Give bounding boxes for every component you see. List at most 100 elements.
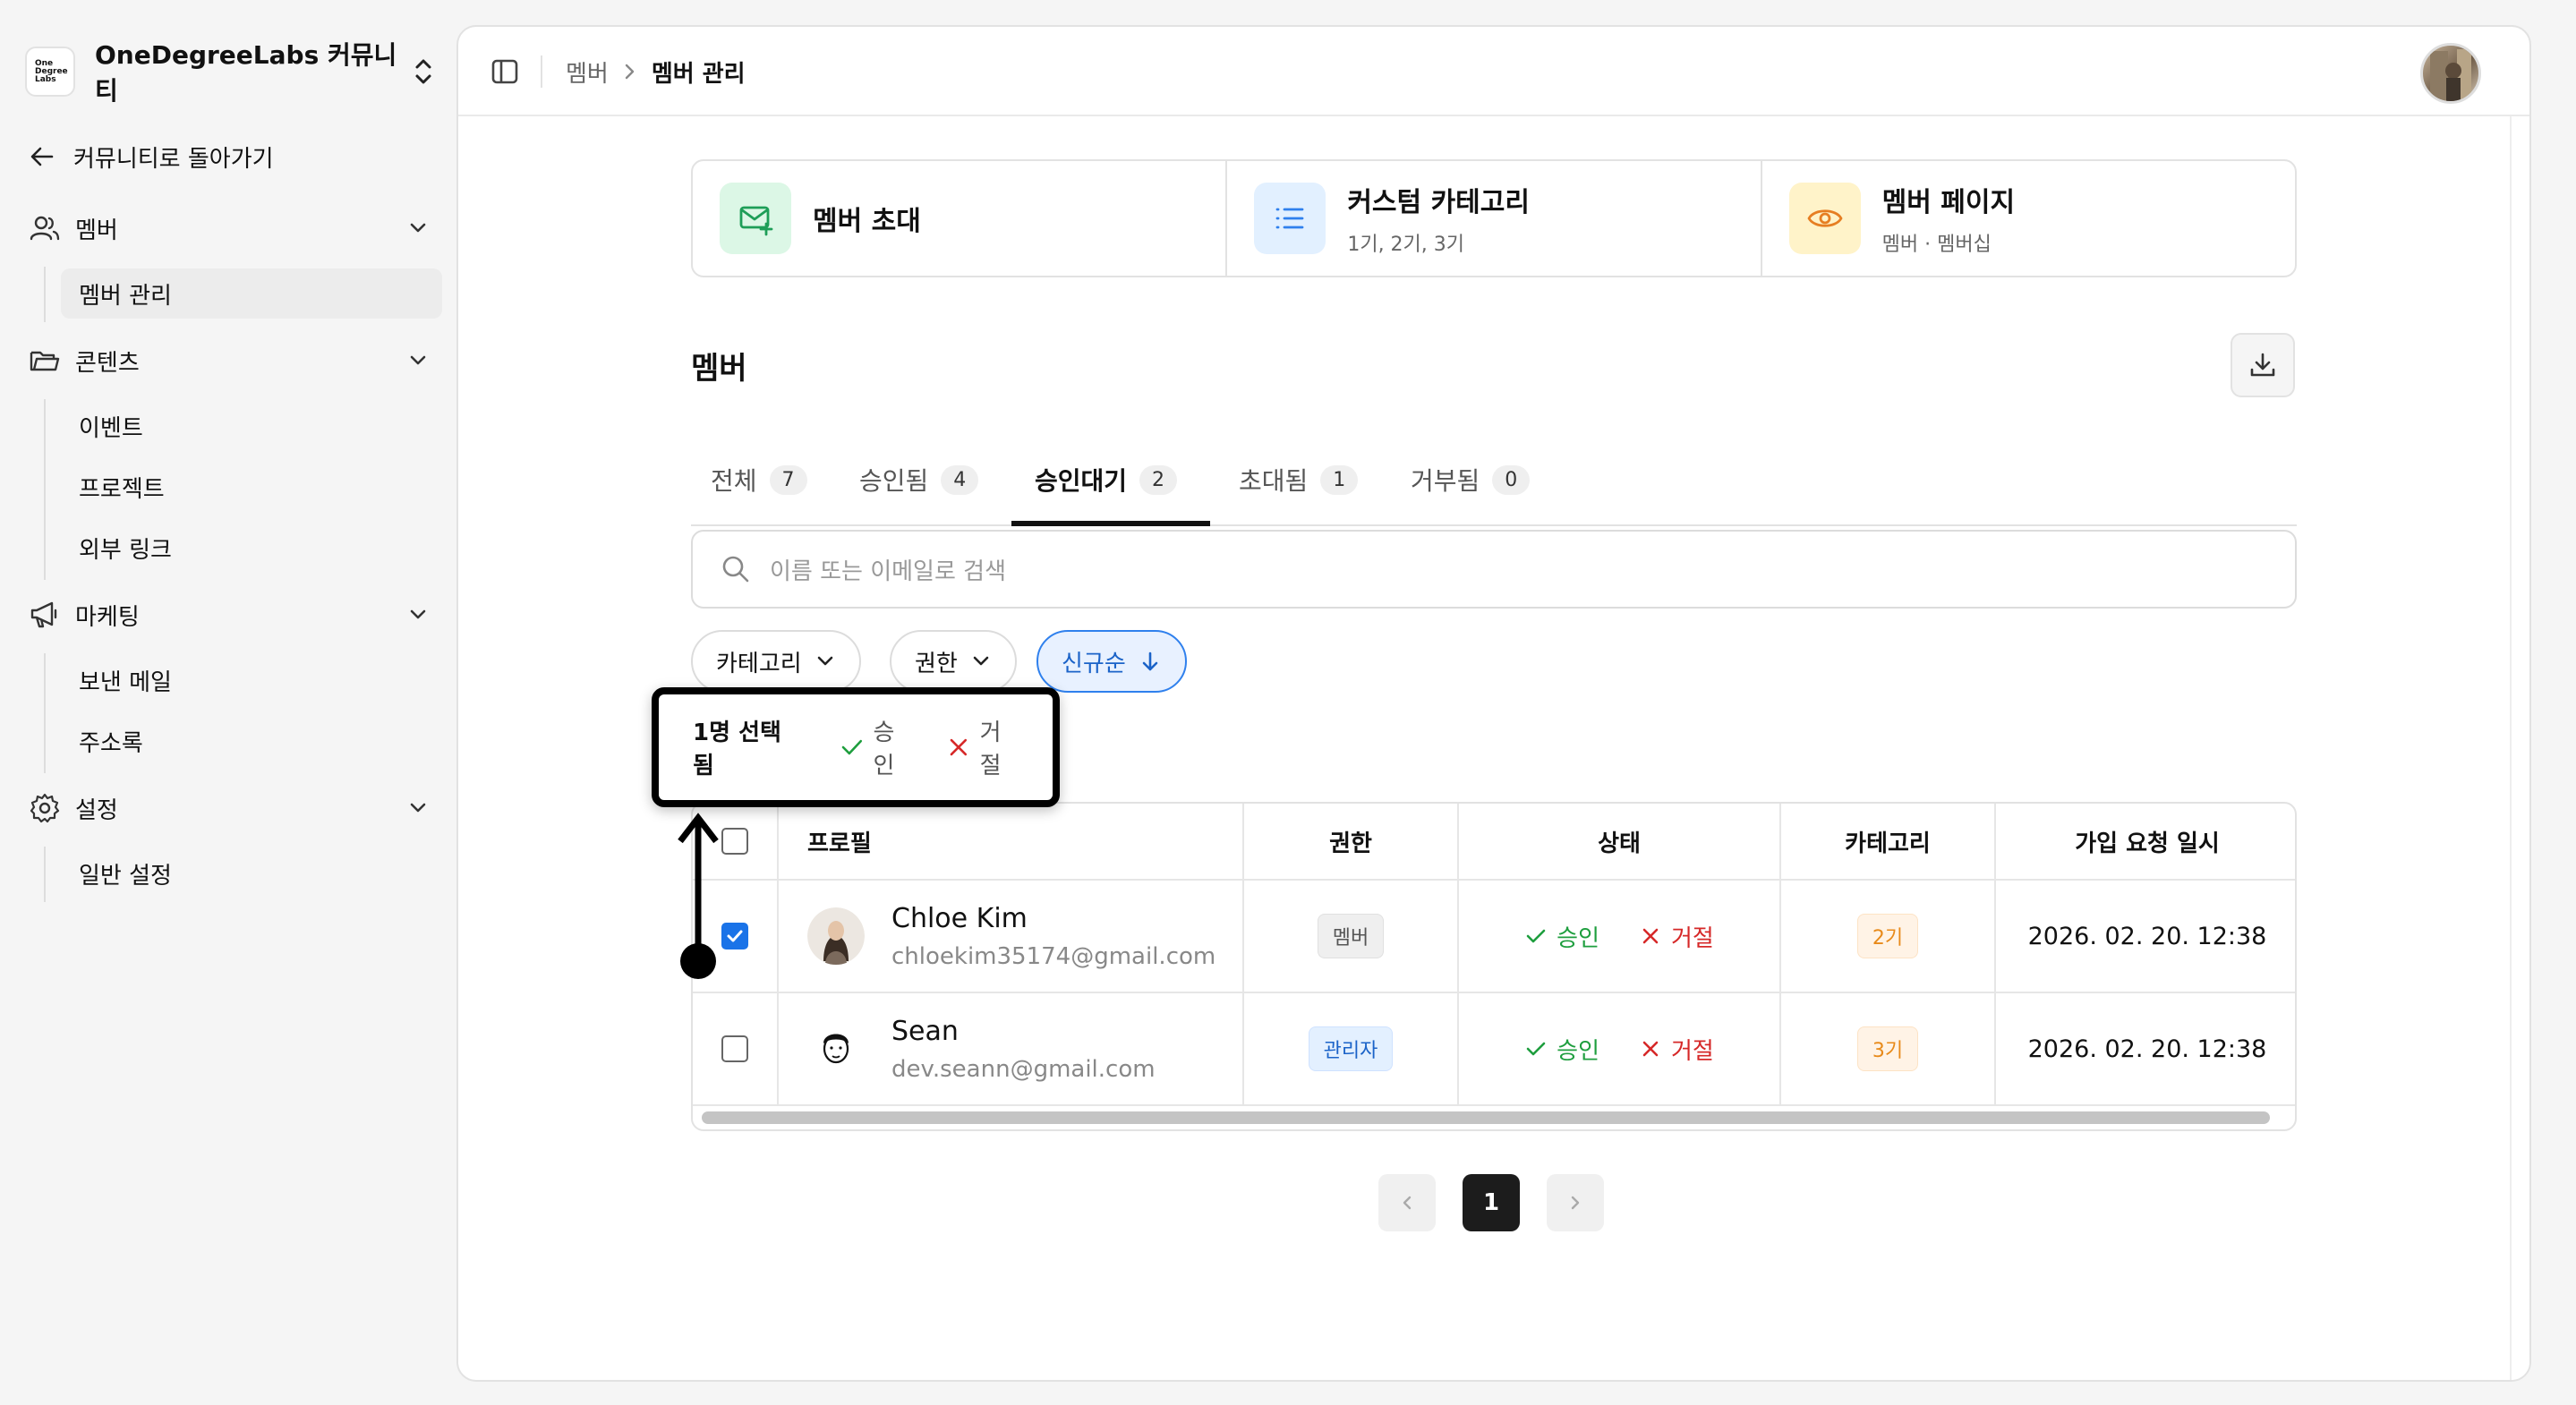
search-icon (722, 556, 749, 583)
tree-line (44, 399, 46, 580)
selection-count: 1명 선택됨 (693, 720, 781, 779)
tab-label: 초대됨 (1239, 466, 1309, 496)
tab-count: 2 (1139, 464, 1178, 495)
status-tabs: 전체 7 승인됨 4 승인대기 2 초대됨 1 거부됨 0 (691, 433, 2297, 526)
chevron-down-icon[interactable] (406, 796, 430, 820)
tree-line (44, 267, 46, 322)
sidebar-item-external-links[interactable]: 외부 링크 (61, 523, 442, 573)
chevron-down-icon[interactable] (406, 217, 430, 240)
breadcrumb: 멤버 멤버 관리 (566, 54, 746, 89)
tab-label: 전체 (711, 466, 757, 496)
tab-approved[interactable]: 승인됨 4 (859, 433, 979, 526)
tab-label: 승인됨 (859, 466, 929, 496)
tab-rejected[interactable]: 거부됨 0 (1411, 433, 1531, 526)
chevron-up-down-icon[interactable] (410, 54, 437, 89)
horizontal-scrollbar[interactable] (702, 1111, 2270, 1124)
chevron-down-icon (973, 656, 989, 666)
breadcrumb-parent[interactable]: 멤버 (566, 55, 609, 89)
approve-button[interactable]: 승인 (1524, 920, 1599, 953)
category-filter[interactable]: 카테고리 (691, 630, 861, 693)
sidebar-item-projects[interactable]: 프로젝트 (61, 462, 442, 512)
users-icon (30, 216, 60, 241)
gear-icon (30, 793, 60, 823)
bulk-reject-button[interactable]: 거절 (946, 714, 1022, 780)
sidebar-group-settings[interactable]: 설정 (29, 788, 430, 829)
reject-button[interactable]: 거절 (1639, 920, 1714, 953)
search-input[interactable]: 이름 또는 이메일로 검색 (691, 530, 2297, 609)
profile-cell: Chloe Kim chloekim35174@gmail.com (779, 881, 1244, 992)
sidebar-item-label: 보낸 메일 (79, 668, 172, 696)
tab-count: 4 (941, 464, 979, 495)
vertical-scrollbar[interactable] (2510, 116, 2529, 1380)
tab-label: 승인대기 (1035, 466, 1128, 496)
column-header-profile: 프로필 (779, 804, 1244, 881)
back-label: 커뮤니티로 돌아가기 (73, 145, 274, 173)
eye-icon (1788, 183, 1861, 254)
check-icon (841, 739, 862, 755)
sidebar-item-events[interactable]: 이벤트 (61, 401, 442, 451)
status-cell: 승인 거절 (1459, 993, 1781, 1104)
member-name: Chloe Kim (891, 902, 1028, 934)
quick-action-cards: 멤버 초대 커스텀 카테고리 1기, 2기, 3기 멤버 페이지 멤버 · 멤버십 (691, 159, 2297, 277)
category-badge: 2기 (1856, 914, 1919, 958)
table-row: Chloe Kim chloekim35174@gmail.com 멤버 승인 거… (693, 881, 2295, 993)
tab-invited[interactable]: 초대됨 1 (1239, 433, 1359, 526)
quick-card-subtitle: 멤버 · 멤버십 (1881, 234, 1992, 256)
reject-button[interactable]: 거절 (1639, 1033, 1714, 1066)
sidebar-item-sent-mail[interactable]: 보낸 메일 (61, 655, 442, 705)
approve-button[interactable]: 승인 (1524, 1033, 1599, 1066)
sort-newest-button[interactable]: 신규순 (1036, 630, 1187, 693)
sidebar-group-marketing[interactable]: 마케팅 (29, 594, 430, 635)
sidebar-item-label: 멤버 관리 (79, 282, 172, 310)
role-cell: 관리자 (1244, 993, 1459, 1104)
reject-label: 거절 (1671, 924, 1714, 952)
previous-page-button[interactable] (1378, 1174, 1436, 1231)
search-placeholder: 이름 또는 이메일로 검색 (770, 558, 1006, 585)
quick-card-invite-member[interactable]: 멤버 초대 (693, 161, 1228, 276)
page-button-current[interactable]: 1 (1463, 1174, 1520, 1231)
role-filter[interactable]: 권한 (890, 630, 1017, 693)
bulk-action-bar: 1명 선택됨 승인 거절 (652, 687, 1060, 807)
sidebar-group-members[interactable]: 멤버 (29, 208, 430, 249)
tab-all[interactable]: 전체 7 (711, 433, 807, 526)
quick-card-custom-category[interactable]: 커스텀 카테고리 1기, 2기, 3기 (1227, 161, 1762, 276)
quick-card-title: 커스텀 카테고리 (1347, 187, 1530, 218)
tab-label: 거부됨 (1411, 466, 1480, 496)
chevron-down-icon[interactable] (406, 349, 430, 372)
quick-card-subtitle: 1기, 2기, 3기 (1347, 234, 1465, 256)
mail-plus-icon (720, 183, 791, 254)
arrow-left-icon (30, 147, 54, 166)
sidebar-item-general-settings[interactable]: 일반 설정 (61, 848, 442, 898)
role-badge: 멤버 (1317, 914, 1385, 958)
chevron-right-icon (625, 64, 635, 80)
role-cell: 멤버 (1244, 881, 1459, 992)
tree-line (44, 847, 46, 902)
tab-pending[interactable]: 승인대기 2 (1035, 433, 1178, 526)
column-header-role: 권한 (1244, 804, 1459, 881)
sidebar-group-label: 콘텐츠 (75, 349, 140, 377)
org-switcher[interactable]: One Degree Labs OneDegreeLabs 커뮤니티 (25, 40, 437, 106)
table-row: Sean dev.seann@gmail.com 관리자 승인 거절 3기 202… (693, 993, 2295, 1106)
user-avatar[interactable] (2420, 43, 2481, 104)
sidebar-group-content[interactable]: 콘텐츠 (29, 340, 430, 381)
org-logo: One Degree Labs (25, 47, 75, 97)
bulk-approve-button[interactable]: 승인 (840, 714, 916, 780)
check-icon (1526, 1042, 1546, 1056)
back-to-community-link[interactable]: 커뮤니티로 돌아가기 (29, 136, 274, 177)
filter-label: 권한 (915, 650, 958, 677)
close-icon (1642, 1041, 1659, 1057)
avatar-photo (2430, 49, 2471, 101)
sidebar-toggle-icon[interactable] (487, 54, 523, 89)
sidebar-item-member-management[interactable]: 멤버 관리 (61, 268, 442, 319)
row-checkbox[interactable] (721, 1035, 748, 1062)
bulk-approve-label: 승인 (873, 720, 895, 779)
chevron-down-icon[interactable] (406, 603, 430, 626)
download-button[interactable] (2231, 333, 2295, 397)
list-icon (1254, 183, 1326, 254)
sidebar-item-label: 일반 설정 (79, 862, 172, 890)
quick-card-title: 멤버 초대 (813, 206, 921, 237)
member-avatar (807, 1020, 865, 1077)
quick-card-member-page[interactable]: 멤버 페이지 멤버 · 멤버십 (1762, 161, 2295, 276)
next-page-button[interactable] (1547, 1174, 1604, 1231)
sidebar-item-address-book[interactable]: 주소록 (61, 716, 442, 766)
